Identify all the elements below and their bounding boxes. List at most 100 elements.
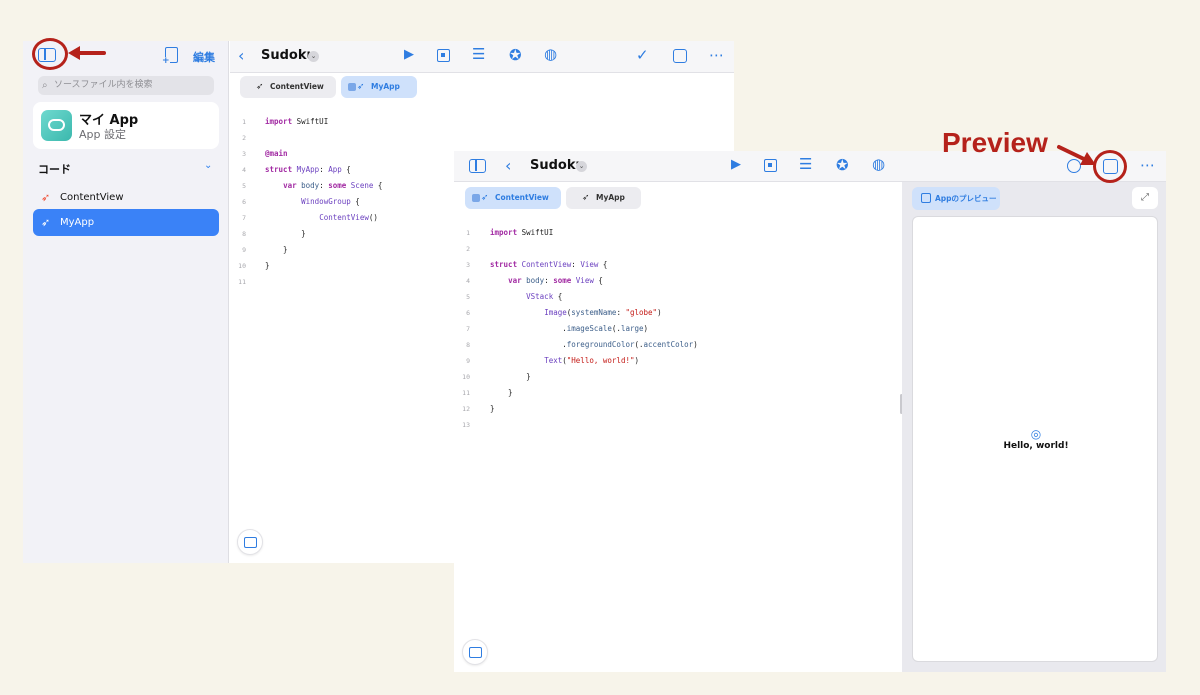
chevron-down-icon[interactable]: ⌄ bbox=[204, 160, 212, 171]
line-number: 2 bbox=[242, 134, 246, 142]
code-line: struct MyApp: App { bbox=[265, 165, 351, 174]
line-number: 11 bbox=[238, 278, 246, 286]
back-chevron-icon[interactable]: ‹ bbox=[238, 46, 244, 65]
sidebar-item-myapp[interactable]: ➶ MyApp bbox=[33, 209, 219, 236]
preview-panel-icon[interactable] bbox=[673, 49, 687, 63]
line-number: 3 bbox=[466, 261, 470, 269]
tab-label: MyApp bbox=[371, 82, 400, 91]
add-file-icon[interactable]: + bbox=[162, 47, 178, 66]
more-icon[interactable]: ⋯ bbox=[709, 46, 724, 64]
code-line: import SwiftUI bbox=[265, 117, 329, 126]
search-icon: ⌕ bbox=[42, 80, 48, 91]
line-number: 6 bbox=[466, 309, 470, 317]
code-line: Text("Hello, world!") bbox=[544, 356, 640, 365]
code-line: } bbox=[265, 261, 270, 270]
line-number: 2 bbox=[466, 245, 470, 253]
tab-label: MyApp bbox=[596, 193, 625, 202]
tab-myapp[interactable]: ➶ MyApp bbox=[341, 76, 417, 98]
console-icon bbox=[469, 647, 482, 658]
edit-button[interactable]: 編集 bbox=[193, 49, 215, 65]
preview-image-icon bbox=[921, 193, 931, 203]
line-number: 5 bbox=[466, 293, 470, 301]
more-icon[interactable]: ⋯ bbox=[1140, 156, 1155, 174]
stop-icon[interactable] bbox=[437, 49, 450, 62]
app-subtitle: App 設定 bbox=[79, 128, 126, 141]
code-line: } bbox=[265, 245, 288, 254]
console-button[interactable] bbox=[237, 529, 263, 555]
code-line: } bbox=[490, 372, 531, 381]
tab-contentview[interactable]: ➶ ContentView bbox=[240, 76, 336, 98]
line-number: 1 bbox=[242, 118, 246, 126]
code-line: WindowGroup { bbox=[301, 197, 360, 206]
sidebar-item-contentview[interactable]: ➶ ContentView bbox=[33, 185, 219, 210]
code-line: struct ContentView: View { bbox=[490, 260, 608, 269]
app-preview-chip[interactable]: Appのプレビュー bbox=[912, 187, 1000, 210]
code-line: var body: some Scene { bbox=[283, 181, 383, 190]
console-button[interactable] bbox=[462, 639, 488, 665]
console-icon bbox=[244, 537, 257, 548]
preview-hello-text: Hello, world! bbox=[1003, 441, 1069, 451]
tab-label: ContentView bbox=[270, 82, 324, 91]
globe-icon: ◎ bbox=[1030, 427, 1042, 441]
check-icon[interactable]: ✓ bbox=[636, 46, 649, 64]
preview-button-highlight-ring bbox=[1093, 150, 1127, 183]
swift-icon: ➶ bbox=[357, 82, 365, 92]
line-number: 6 bbox=[242, 198, 246, 206]
code-area[interactable]: 1 2 3 4 5 6 7 8 9 10 11 12 13 import Swi… bbox=[454, 228, 902, 443]
code-line: VStack { bbox=[526, 292, 563, 301]
line-number: 8 bbox=[242, 230, 246, 238]
sidebar-item-label: MyApp bbox=[60, 217, 95, 228]
code-line: } bbox=[490, 388, 513, 397]
line-number: 12 bbox=[462, 405, 470, 413]
line-number: 4 bbox=[466, 277, 470, 285]
code-editor: ➶ ContentView ➶ MyApp 1 2 3 4 5 6 7 8 9 … bbox=[454, 151, 902, 672]
code-line: var body: some View { bbox=[508, 276, 603, 285]
line-number: 11 bbox=[462, 389, 470, 397]
line-number: 10 bbox=[238, 262, 246, 270]
search-placeholder: ソースファイル内を検索 bbox=[54, 80, 153, 90]
preview-pane: Appのプレビュー ⤢ ◎ Hello, world! bbox=[902, 182, 1166, 672]
line-number: 4 bbox=[242, 166, 246, 174]
tab-myapp[interactable]: ➶ MyApp bbox=[566, 187, 641, 209]
swift-icon: ➶ bbox=[41, 191, 51, 204]
code-line: .foregroundColor(.accentColor) bbox=[490, 340, 698, 349]
line-number: 9 bbox=[242, 246, 246, 254]
swift-icon: ➶ bbox=[256, 82, 264, 92]
title-menu-chevron-icon[interactable]: ⌄ bbox=[308, 51, 319, 62]
line-number: 5 bbox=[242, 182, 246, 190]
expand-preview-button[interactable]: ⤢ bbox=[1132, 187, 1158, 209]
sidebar: + 編集 ⌕ ソースファイル内を検索 マイ App App 設定 コード ⌄ ➶… bbox=[23, 41, 229, 563]
app-preview-label: Appのプレビュー bbox=[935, 194, 997, 203]
sliders-icon[interactable]: ☰ bbox=[472, 45, 485, 63]
swift-icon: ➶ bbox=[582, 193, 590, 203]
preview-device[interactable]: ◎ Hello, world! bbox=[912, 216, 1158, 662]
preview-annotation-label: Preview bbox=[942, 127, 1048, 158]
close-icon[interactable] bbox=[348, 83, 356, 91]
code-line: } bbox=[265, 229, 306, 238]
palette-icon[interactable]: ◍ bbox=[544, 45, 557, 63]
line-number: 9 bbox=[466, 357, 470, 365]
swift-icon: ➶ bbox=[481, 193, 489, 203]
code-line: ContentView() bbox=[319, 213, 378, 222]
editor-toolbar: ‹ Sudoku ⌄ ▶ ☰ ✪ ◍ ✓ ⋯ bbox=[230, 41, 734, 73]
sidebar-item-label: ContentView bbox=[60, 192, 124, 203]
expand-icon: ⤢ bbox=[1141, 192, 1149, 203]
code-line: import SwiftUI bbox=[490, 228, 554, 237]
code-line: } bbox=[490, 404, 495, 413]
tab-contentview[interactable]: ➶ ContentView bbox=[465, 187, 561, 209]
run-icon[interactable]: ▶ bbox=[404, 47, 414, 62]
code-line: .imageScale(.large) bbox=[490, 324, 649, 333]
line-number: 10 bbox=[462, 373, 470, 381]
line-number: 1 bbox=[466, 229, 470, 237]
app-settings-card[interactable]: マイ App App 設定 bbox=[33, 102, 219, 149]
star-icon[interactable]: ✪ bbox=[509, 46, 522, 64]
tab-label: ContentView bbox=[495, 193, 549, 202]
code-section-header: コード bbox=[38, 163, 71, 176]
editor-window-contentview: ‹ Sudoku ⌄ ▶ ☰ ✪ ◍ ⋯ ➶ ContentView ➶ MyA… bbox=[454, 151, 1166, 672]
code-line: Image(systemName: "globe") bbox=[544, 308, 662, 317]
search-input[interactable]: ⌕ ソースファイル内を検索 bbox=[38, 76, 214, 95]
line-number: 3 bbox=[242, 150, 246, 158]
close-icon[interactable] bbox=[472, 194, 480, 202]
line-number: 7 bbox=[242, 214, 246, 222]
red-arrow-icon bbox=[68, 46, 106, 60]
